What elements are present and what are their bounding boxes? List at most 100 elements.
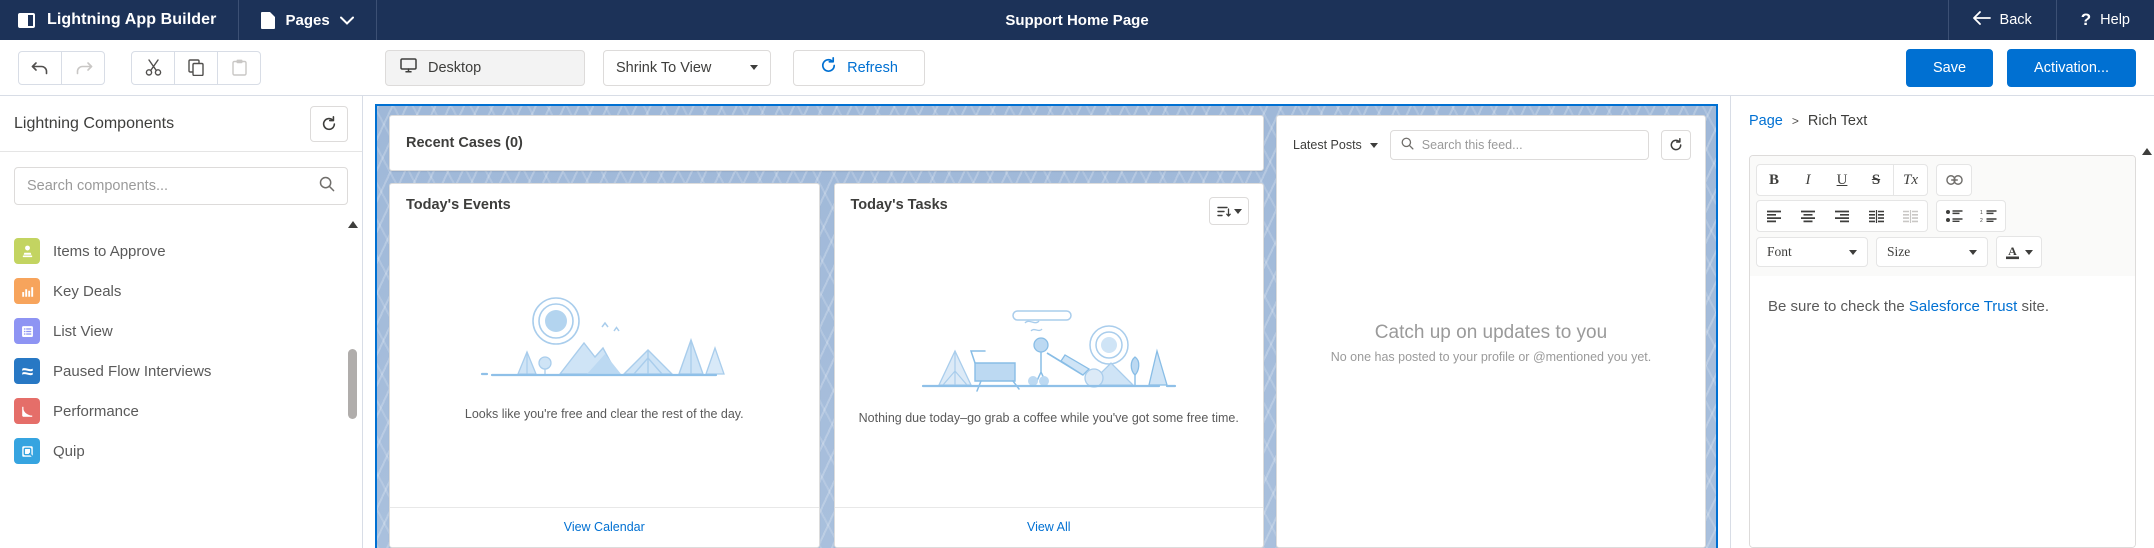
copy-button[interactable]: [174, 50, 218, 85]
align-left-icon: [1767, 210, 1781, 222]
feed-search-placeholder: Search this feed...: [1421, 138, 1523, 152]
font-size-select[interactable]: Size: [1876, 237, 1988, 267]
canvas-horizontal-scrollbar[interactable]: [377, 542, 1716, 548]
help-label: Help: [2100, 12, 2130, 28]
numbered-list-icon: 12: [1980, 210, 1996, 222]
pages-menu[interactable]: Pages: [239, 0, 377, 40]
page-canvas[interactable]: Recent Cases (0) Today's Events Looks li…: [375, 104, 1718, 548]
link-button[interactable]: [1937, 165, 1971, 195]
header-actions: Back ? Help: [1947, 0, 2154, 40]
breadcrumb: Page > Rich Text: [1731, 96, 2154, 129]
svg-text:2: 2: [1980, 218, 1983, 222]
feed-card[interactable]: Latest Posts Search this feed... Catch u…: [1276, 115, 1706, 548]
document-icon: [261, 11, 276, 29]
align-left-button[interactable]: [1757, 201, 1791, 231]
align-right-icon: [1835, 210, 1849, 222]
number-list-button[interactable]: 12: [1971, 201, 2005, 231]
breadcrumb-separator-icon: >: [1791, 114, 1799, 128]
tasks-column: Today's Tasks Nothing due today–go grab …: [833, 183, 1264, 548]
save-button[interactable]: Save: [1905, 48, 1994, 87]
cut-button[interactable]: [131, 50, 175, 85]
remove-format-button[interactable]: Tx: [1893, 165, 1927, 195]
component-item-paused-flow-interviews[interactable]: Paused Flow Interviews: [0, 351, 362, 391]
view-calendar-link[interactable]: View Calendar: [564, 520, 645, 534]
component-item-list-view[interactable]: List View: [0, 311, 362, 351]
feed-search-input[interactable]: Search this feed...: [1389, 130, 1649, 160]
recent-cases-card[interactable]: Recent Cases (0): [389, 115, 1264, 171]
outdent-button[interactable]: [1893, 201, 1927, 231]
components-list: Items to Approve Key Deals List View Pau…: [0, 219, 362, 471]
search-input[interactable]: [27, 178, 319, 194]
text-color-button[interactable]: A: [1997, 237, 2041, 267]
components-search[interactable]: [14, 167, 348, 205]
outdent-icon: [1902, 209, 1918, 223]
refresh-icon: [820, 57, 837, 78]
refresh-canvas-button[interactable]: Refresh: [793, 49, 925, 86]
rte-align-row: 12: [1756, 200, 2129, 232]
question-mark-icon: ?: [2080, 10, 2092, 29]
chevron-down-icon: [750, 65, 758, 70]
components-search-wrap: [0, 152, 362, 219]
align-center-icon: [1801, 210, 1815, 222]
bold-button[interactable]: B: [1757, 165, 1791, 195]
component-item-quip[interactable]: Quip: [0, 431, 362, 471]
events-title: Today's Events: [406, 197, 511, 213]
feed-empty-heading: Catch up on updates to you: [1374, 321, 1608, 343]
feed-filter-label: Latest Posts: [1293, 138, 1362, 152]
content-salesforce-trust-link[interactable]: Salesforce Trust: [1909, 298, 2017, 315]
align-center-button[interactable]: [1791, 201, 1825, 231]
desktop-icon: [400, 58, 417, 77]
font-family-select[interactable]: Font: [1756, 237, 1868, 267]
indent-button[interactable]: [1859, 201, 1893, 231]
breadcrumb-current: Rich Text: [1807, 113, 1868, 129]
redo-button[interactable]: [61, 50, 105, 85]
back-button[interactable]: Back: [1947, 0, 2056, 40]
indent-icon: [1868, 209, 1884, 223]
undo-button[interactable]: [18, 50, 62, 85]
components-scrollbar[interactable]: [347, 221, 358, 548]
device-selector[interactable]: Desktop: [385, 49, 585, 86]
refresh-components-button[interactable]: [310, 105, 348, 142]
rich-text-toolbar: B I U S Tx 1 2 Font Size A: [1750, 156, 2135, 276]
align-right-button[interactable]: [1825, 201, 1859, 231]
bullet-list-button[interactable]: [1937, 201, 1971, 231]
tasks-sort-button[interactable]: [1209, 197, 1249, 225]
strikethrough-button[interactable]: S: [1859, 165, 1893, 195]
components-panel-title: Lightning Components: [14, 114, 175, 132]
component-item-key-deals[interactable]: Key Deals: [0, 271, 362, 311]
paste-button[interactable]: [217, 50, 261, 85]
underline-button[interactable]: U: [1825, 165, 1859, 195]
italic-button[interactable]: I: [1791, 165, 1825, 195]
tasks-empty-state: Nothing due today–go grab a coffee while…: [835, 229, 1264, 507]
rte-font-row: Font Size A: [1756, 236, 2129, 268]
properties-scrollbar[interactable]: [2141, 148, 2152, 548]
help-button[interactable]: ? Help: [2055, 0, 2154, 40]
activation-button[interactable]: Activation...: [2007, 48, 2136, 87]
feed-filter-dropdown[interactable]: Latest Posts: [1293, 138, 1378, 152]
scrollbar-thumb[interactable]: [348, 349, 357, 419]
arrow-left-icon: [1972, 11, 1991, 29]
component-item-performance[interactable]: Performance: [0, 391, 362, 431]
scroll-up-arrow-icon[interactable]: [2141, 148, 2152, 155]
scroll-up-arrow-icon[interactable]: [347, 221, 358, 228]
text-color-icon: A: [2006, 244, 2019, 260]
app-brand: Lightning App Builder: [0, 0, 240, 40]
tasks-card-header: Today's Tasks: [835, 184, 1264, 229]
view-scale-selector[interactable]: Shrink To View: [603, 49, 771, 86]
component-label: Key Deals: [53, 282, 122, 300]
list-group: 12: [1936, 200, 2006, 232]
events-card-footer: View Calendar: [390, 507, 819, 547]
bulleted-list-icon: [1945, 210, 1962, 222]
todays-events-card[interactable]: Today's Events Looks like you're free an…: [389, 183, 820, 548]
feed-refresh-button[interactable]: [1661, 130, 1691, 160]
rich-text-content[interactable]: Be sure to check the Salesforce Trust si…: [1750, 276, 2135, 547]
breadcrumb-page-link[interactable]: Page: [1749, 113, 1783, 129]
todays-tasks-card[interactable]: Today's Tasks Nothing due today–go grab …: [833, 183, 1264, 548]
device-selector-label: Desktop: [428, 59, 482, 76]
component-item-items-to-approve[interactable]: Items to Approve: [0, 231, 362, 271]
link-icon: [1945, 175, 1963, 185]
components-list-wrap: Items to Approve Key Deals List View Pau…: [0, 219, 362, 548]
view-scale-label: Shrink To View: [616, 59, 712, 76]
view-all-link[interactable]: View All: [1027, 520, 1071, 534]
svg-text:1: 1: [1980, 210, 1983, 216]
